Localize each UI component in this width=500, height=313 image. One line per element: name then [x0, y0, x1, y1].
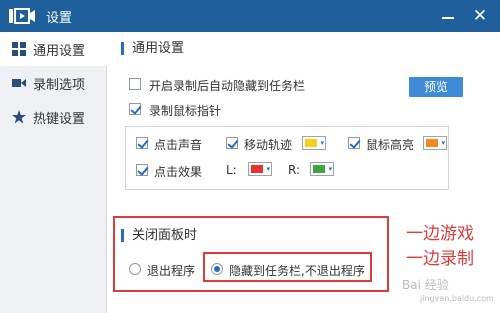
color-swatch: [305, 139, 317, 147]
app-logo-icon: [9, 8, 35, 24]
move-track-color-picker[interactable]: ▾: [302, 136, 326, 150]
highlight-box-hide-option: [203, 252, 372, 282]
dropdown-arrow-icon: ▾: [266, 165, 270, 173]
sidebar-item-label: 热键设置: [33, 112, 86, 127]
sidebar-item-label: 录制选项: [33, 78, 86, 93]
watermark-url: jingyan.baidu.com: [420, 294, 494, 303]
dropdown-arrow-icon: ▾: [328, 165, 332, 173]
dropdown-arrow-icon: ▾: [441, 139, 445, 147]
click-sound-checkbox[interactable]: [136, 137, 148, 149]
close-button[interactable]: ✕: [470, 6, 490, 26]
move-track-label: 移动轨迹: [244, 138, 293, 152]
minimize-button[interactable]: [438, 6, 458, 26]
video-camera-icon: [12, 79, 26, 87]
title-bar: 设置 ✕: [0, 0, 500, 32]
watermark: Bai 经验: [402, 278, 449, 292]
highlight-color-picker[interactable]: ▾: [423, 136, 447, 150]
sidebar-item-hotkeys[interactable]: 热键设置: [0, 100, 107, 134]
record-mouse-label: 录制鼠标指针: [149, 104, 222, 118]
mouse-options-panel: 点击声音 移动轨迹 ▾ 鼠标高亮 ▾ 点击效果 L: ▾ R: ▾: [125, 126, 449, 190]
section-title-general: 通用设置: [121, 42, 184, 55]
left-click-color-picker[interactable]: ▾: [248, 162, 272, 176]
star-icon: [12, 110, 26, 124]
highlight-label: 鼠标高亮: [366, 138, 415, 152]
annotation-line-2: 一边录制: [406, 249, 474, 269]
left-click-label: L:: [226, 163, 237, 177]
sidebar-item-general[interactable]: 通用设置: [0, 32, 107, 66]
click-effect-label: 点击效果: [154, 165, 203, 179]
auto-hide-label: 开启录制后自动隐藏到任务栏: [149, 79, 306, 93]
color-swatch: [313, 165, 325, 173]
window-title: 设置: [46, 11, 73, 26]
right-click-label: R:: [288, 163, 301, 177]
dropdown-arrow-icon: ▾: [320, 139, 324, 147]
click-effect-checkbox[interactable]: [136, 164, 148, 176]
annotation-line-1: 一边游戏: [406, 224, 474, 244]
color-swatch: [426, 139, 438, 147]
sidebar: 通用设置 录制选项 热键设置: [0, 32, 107, 313]
sidebar-item-recording[interactable]: 录制选项: [0, 66, 107, 100]
record-mouse-checkbox[interactable]: [129, 103, 141, 115]
highlight-checkbox[interactable]: [348, 137, 360, 149]
close-icon: ✕: [472, 6, 488, 26]
click-sound-label: 点击声音: [154, 138, 203, 152]
sliders-icon: [12, 42, 26, 56]
move-track-checkbox[interactable]: [226, 137, 238, 149]
preview-button[interactable]: 预览: [409, 77, 463, 97]
sidebar-item-label: 通用设置: [33, 44, 86, 59]
color-swatch: [251, 165, 263, 173]
auto-hide-checkbox[interactable]: [129, 78, 141, 90]
right-click-color-picker[interactable]: ▾: [310, 162, 334, 176]
